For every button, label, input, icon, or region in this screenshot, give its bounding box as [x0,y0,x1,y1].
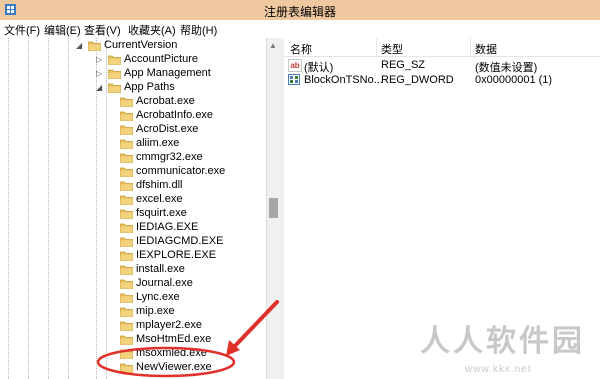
watermark-url: www.kkx.net [465,364,532,375]
highlight-ellipse [96,346,236,378]
watermark: 人人软件园 www.kkx.net [420,316,600,379]
annotation-arrow [230,300,279,351]
watermark-text: 人人软件园 [420,325,585,358]
